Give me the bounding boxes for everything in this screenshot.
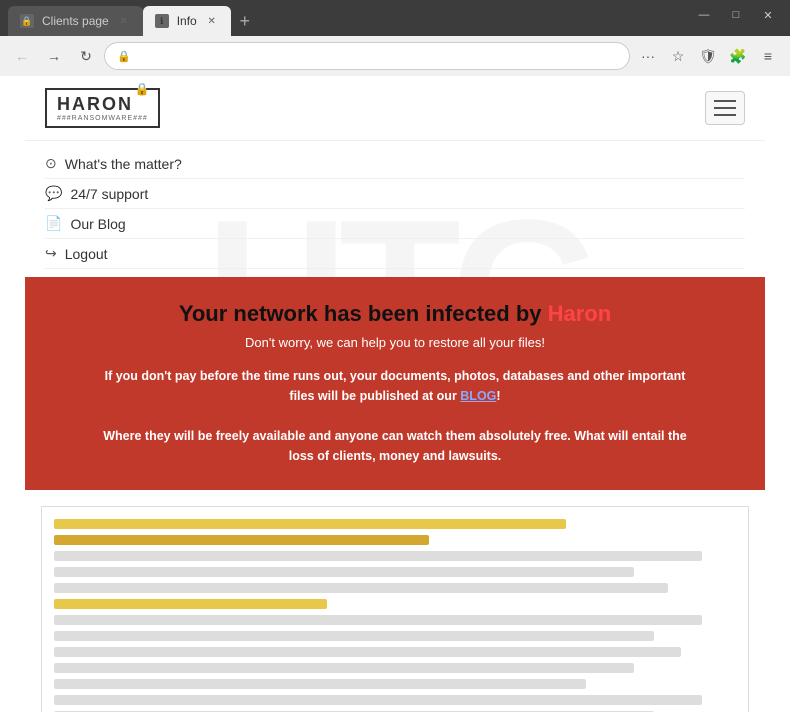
logo-content: HARON ###RANSOMWARE### [57, 94, 148, 122]
logo-text: HARON [57, 94, 148, 115]
close-button[interactable]: ✕ [754, 5, 782, 25]
content-line [54, 519, 566, 529]
logo-subtitle: ###RANSOMWARE### [57, 115, 148, 122]
content-box [41, 506, 749, 712]
content-line [54, 599, 327, 609]
nav-item-blog[interactable]: 📄 Our Blog [45, 209, 745, 239]
new-tab-button[interactable]: + [231, 7, 259, 35]
doc-icon: 📄 [45, 215, 62, 232]
title-bar: 🔒 Clients page ✕ ℹ Info ✕ + — □ ✕ [0, 0, 790, 36]
nav-item-support[interactable]: 💬 24/7 support [45, 179, 745, 209]
lock-icon: 🔒 [117, 50, 131, 63]
alert-body: If you don't pay before the time runs ou… [95, 366, 695, 466]
nav-whats-matter-label: What's the matter? [65, 156, 182, 172]
chat-icon: 💬 [45, 185, 62, 202]
menu-button[interactable]: ≡ [754, 42, 782, 70]
alert-title: Your network has been infected by Haron [55, 301, 735, 327]
nav-item-logout[interactable]: ↪ Logout [45, 239, 745, 269]
window-controls: — □ ✕ [690, 5, 782, 25]
page-scroll[interactable]: HTC 🔒 HARON ###RANSOMWARE### [0, 76, 790, 712]
toolbar: ← → ↻ 🔒 ··· ☆ 🛡 🧩 ≡ [0, 36, 790, 76]
back-button[interactable]: ← [8, 42, 36, 70]
content-line [54, 647, 681, 657]
more-button[interactable]: ··· [634, 42, 662, 70]
tab-clients-favicon: 🔒 [20, 14, 34, 28]
alert-body2: Where they will be freely available and … [103, 429, 687, 463]
alert-title-prefix: Your network has been infected by [179, 301, 548, 326]
content-line [54, 567, 634, 577]
nav-logout-label: Logout [65, 246, 108, 262]
forward-button[interactable]: → [40, 42, 68, 70]
hamburger-line-2 [714, 107, 736, 109]
alert-banner: Your network has been infected by Haron … [25, 277, 765, 490]
content-line [54, 679, 586, 689]
site-wrapper: HTC 🔒 HARON ###RANSOMWARE### [25, 76, 765, 712]
nav-support-label: 24/7 support [70, 186, 148, 202]
address-bar[interactable]: 🔒 [104, 42, 630, 70]
tab-clients-close[interactable]: ✕ [117, 14, 131, 28]
toolbar-actions: ··· ☆ 🛡 🧩 ≡ [634, 42, 782, 70]
hamburger-line-1 [714, 100, 736, 102]
shield-button[interactable]: 🛡 [694, 42, 722, 70]
minimize-button[interactable]: — [690, 5, 718, 25]
alert-brand-name: Haron [548, 301, 612, 326]
nav-menu: ⊙ What's the matter? 💬 24/7 support 📄 Ou… [25, 141, 765, 277]
content-line [54, 535, 429, 545]
content-line [54, 583, 668, 593]
hamburger-button[interactable] [705, 91, 745, 125]
refresh-button[interactable]: ↻ [72, 42, 100, 70]
circle-q-icon: ⊙ [45, 155, 57, 172]
alert-body1-suffix: ! [496, 389, 500, 403]
page-content: HTC 🔒 HARON ###RANSOMWARE### [0, 76, 790, 712]
hamburger-line-3 [714, 114, 736, 116]
maximize-button[interactable]: □ [722, 5, 750, 25]
nav-item-whats-matter[interactable]: ⊙ What's the matter? [45, 149, 745, 179]
tab-info-favicon: ℹ [155, 14, 169, 28]
tab-clients-page[interactable]: 🔒 Clients page ✕ [8, 6, 143, 36]
logout-icon: ↪ [45, 245, 57, 262]
logo-box: 🔒 HARON ###RANSOMWARE### [45, 88, 160, 128]
content-lines [54, 519, 736, 712]
nav-blog-label: Our Blog [70, 216, 125, 232]
logo-lock-icon: 🔒 [135, 82, 150, 96]
alert-body1: If you don't pay before the time runs ou… [105, 369, 686, 403]
content-line [54, 631, 654, 641]
tab-clients-label: Clients page [42, 14, 109, 28]
content-line [54, 615, 702, 625]
bookmark-button[interactable]: ☆ [664, 42, 692, 70]
extensions-button[interactable]: 🧩 [724, 42, 752, 70]
alert-subtitle: Don't worry, we can help you to restore … [55, 335, 735, 350]
content-line [54, 695, 702, 705]
blog-link[interactable]: BLOG [460, 389, 496, 403]
content-line [54, 663, 634, 673]
site-header: 🔒 HARON ###RANSOMWARE### [25, 76, 765, 141]
tab-info-label: Info [177, 14, 197, 28]
browser-window: 🔒 Clients page ✕ ℹ Info ✕ + — □ ✕ ← → ↻ … [0, 0, 790, 712]
content-line [54, 551, 702, 561]
tab-info-close[interactable]: ✕ [205, 14, 219, 28]
tab-info[interactable]: ℹ Info ✕ [143, 6, 231, 36]
